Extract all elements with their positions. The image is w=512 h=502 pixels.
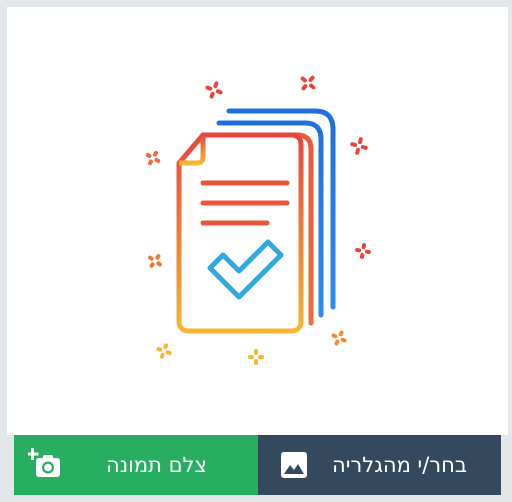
sparkle-icon: [248, 349, 264, 365]
add-camera-icon: [28, 447, 64, 483]
sparkle-icon: [156, 343, 172, 359]
sparkle-icon: [300, 75, 316, 91]
action-bar: צלם תמונה בחר/י מהגלריה: [14, 435, 501, 495]
text-lines: [200, 180, 290, 226]
check-mark: [207, 239, 284, 300]
document-check-icon: [145, 75, 371, 365]
take-photo-label: צלם תמונה: [106, 453, 207, 477]
sparkle-icon: [350, 137, 368, 155]
sparkle-icon: [145, 150, 161, 166]
take-photo-button[interactable]: צלם תמונה: [14, 435, 258, 495]
choose-from-gallery-button[interactable]: בחר/י מהגלריה: [258, 435, 501, 495]
back-pages: [207, 108, 336, 326]
sparkle-icon: [355, 243, 371, 259]
sparkle-icon: [148, 254, 162, 268]
image-icon: [276, 447, 312, 483]
sparkle-icon: [331, 330, 347, 346]
choose-from-gallery-label: בחר/י מהגלריה: [332, 453, 468, 477]
sparkle-icon: [205, 81, 223, 99]
upload-card: [7, 7, 508, 435]
